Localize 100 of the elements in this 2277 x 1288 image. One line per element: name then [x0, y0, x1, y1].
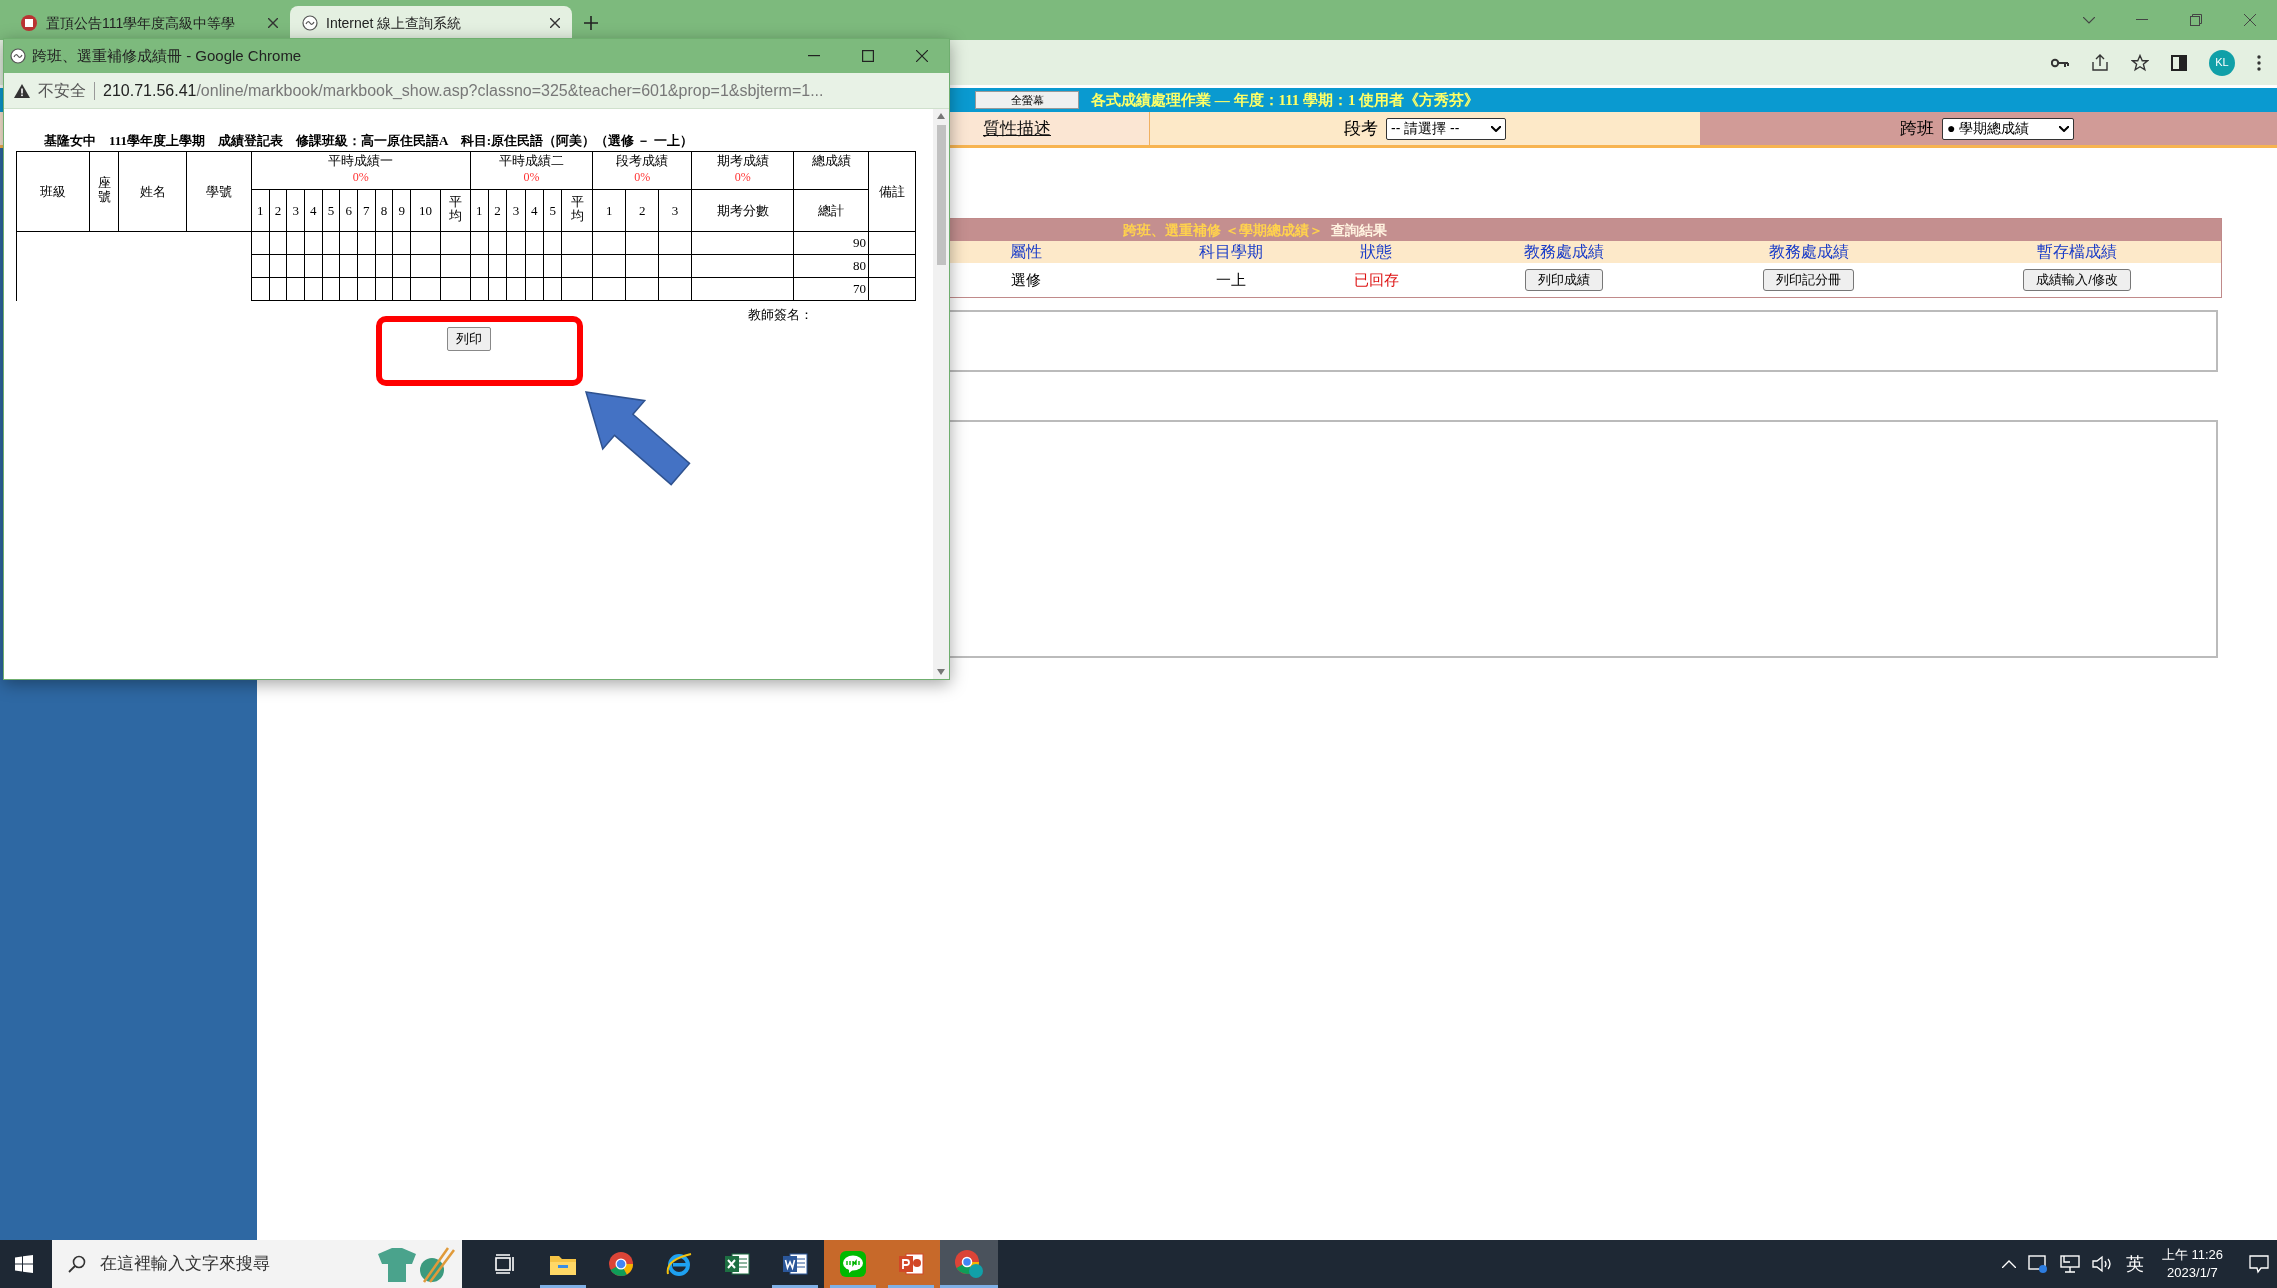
signature-label: 教師簽名： — [748, 307, 813, 323]
minimize-icon — [808, 55, 820, 57]
table-header-cell: 8 — [375, 189, 393, 232]
table-header-cell: 10 — [410, 189, 441, 232]
weight-label: 0% — [522, 169, 541, 186]
document-icon — [782, 1251, 808, 1277]
table-header-cell: 3 — [506, 189, 526, 232]
share-icon — [2091, 53, 2109, 72]
print-button[interactable]: 列印 — [446, 327, 491, 351]
weight-label: 0% — [351, 169, 370, 186]
results-title: 跨班、選重補修 ＜學期總成績＞ — [1123, 221, 1323, 240]
spreadsheet-icon — [724, 1251, 750, 1277]
close-icon — [916, 50, 928, 62]
group-title: 總成績 — [810, 152, 852, 169]
fullscreen-button[interactable]: 全螢幕 — [975, 91, 1079, 109]
action-button[interactable]: 列印記分冊 — [1763, 269, 1854, 291]
exam-label: 段考 — [1344, 117, 1378, 140]
chevron-down-icon — [2059, 125, 2069, 132]
windows-icon — [15, 1255, 33, 1273]
table-header-cell: 3 — [286, 189, 305, 232]
task-view-icon — [494, 1254, 516, 1274]
group-title: 段考成績 — [615, 152, 670, 169]
table-header-cell: 1 — [251, 189, 270, 232]
action-button[interactable]: 列印成績 — [1524, 269, 1603, 291]
clock[interactable]: 上午 11:26 2023/1/7 — [2161, 1246, 2223, 1282]
table-header-cell: 4 — [304, 189, 323, 232]
banner-title: 各式成績處理作業 — 年度：111 學期：1 使用者《方秀芬》 — [1091, 90, 1480, 110]
table-header-cell: 1 — [470, 189, 489, 232]
report-heading: 基隆女中 111學年度上學期 成績登記表 修課班級：高一原住民語A 科目:原住民語（阿美）（選修 － 一上） — [44, 133, 694, 149]
close-icon — [2244, 14, 2256, 26]
group-title: 平時成績一 — [327, 152, 395, 169]
ime-indicator[interactable]: 英 — [2125, 1250, 2144, 1278]
chrome-profile-icon — [954, 1249, 984, 1279]
table-header-cell: 學號 — [186, 151, 252, 232]
table-header-cell: 期考分數 — [691, 189, 794, 232]
side-panel-icon — [2171, 54, 2187, 71]
key-icon — [2051, 57, 2069, 68]
table-header-cell: 4 — [525, 189, 544, 232]
table-header-cell: 5 — [322, 189, 340, 232]
chat-bubble-icon — [839, 1250, 867, 1278]
status-text: 已回存 — [1352, 269, 1400, 290]
site-icon — [302, 15, 318, 31]
table-header-cell: 6 — [339, 189, 358, 232]
menu-icon — [2257, 54, 2261, 71]
table-header-cell: 3 — [658, 189, 692, 232]
table-header-cell: 9 — [392, 189, 411, 232]
table-header-cell: 班級 — [16, 151, 90, 232]
cross-class-select[interactable]: ● 學期總成績 — [1942, 117, 2074, 140]
table-header-cell: 2 — [488, 189, 507, 232]
table-header-cell: 2 — [625, 189, 659, 232]
weight-label: 0% — [733, 169, 752, 186]
browser-tab[interactable]: Internet 線上查詢系統 — [290, 6, 572, 40]
table-cell-text: 一上 — [1215, 269, 1247, 290]
table-header-cell: 2 — [269, 189, 287, 232]
scroll-down-icon — [937, 669, 945, 675]
minimize-icon — [2136, 19, 2148, 21]
qualitative-link[interactable]: 質性描述 — [983, 115, 1051, 142]
chevron-down-icon — [1491, 125, 1501, 132]
table-cell: 70 — [793, 277, 869, 301]
table-header-cell: 1 — [592, 189, 626, 232]
restore-icon — [2190, 14, 2202, 26]
column-header: 屬性 — [1009, 242, 1043, 262]
network-icon — [2059, 1255, 2080, 1273]
star-icon — [2131, 53, 2149, 72]
speaker-icon — [2091, 1255, 2114, 1273]
tab-title: Internet 線上查詢系統 — [326, 13, 462, 33]
close-icon — [268, 18, 278, 28]
presentation-icon — [898, 1251, 924, 1277]
table-cell: 90 — [793, 231, 869, 255]
chevron-up-icon — [2001, 1260, 2016, 1268]
window-title: 跨班、選重補修成績冊 - Google Chrome — [32, 45, 302, 66]
table-header-cell: 姓名 — [118, 151, 187, 232]
column-header: 暫存檔成績 — [2036, 242, 2118, 262]
group-title: 期考成績 — [715, 152, 770, 169]
security-label: 不安全 — [38, 80, 86, 101]
cross-class-label: 跨班 — [1900, 117, 1934, 140]
globe-e-icon — [665, 1250, 693, 1278]
table-cell-text: 選修 — [1010, 269, 1042, 290]
emblem-icon — [20, 14, 38, 32]
taskbar-search-field[interactable]: 在這裡輸入文字來搜尋 — [52, 1240, 462, 1288]
chevron-down-icon — [2083, 16, 2095, 24]
column-header: 教務處成績 — [1522, 242, 1605, 262]
exam-select[interactable]: -- 請選擇 -- — [1386, 117, 1506, 140]
url-text: 210.71.56.41/online/markbook/markbook_show.asp?classno=325&teacher=601&prop=1&sbjterm=1... — [103, 80, 824, 101]
column-header: 狀態 — [1359, 242, 1393, 262]
table-header-cell: 7 — [357, 189, 376, 232]
table-header-cell: 座號 — [89, 151, 119, 232]
table-header-cell: 平均 — [440, 189, 471, 232]
table-header-cell: 5 — [543, 189, 562, 232]
search-icon — [68, 1255, 86, 1273]
chrome-icon — [608, 1251, 634, 1277]
table-cell: 80 — [793, 254, 869, 278]
action-button[interactable]: 成績輸入/修改 — [2023, 269, 2131, 291]
network-share-icon — [2027, 1255, 2048, 1273]
new-tab-icon — [584, 16, 598, 30]
maximize-icon — [862, 50, 874, 62]
warning-icon — [14, 83, 30, 98]
table-header-cell: 備註 — [868, 151, 916, 232]
browser-tab[interactable]: 置頂公告111學年度高級中等學 — [8, 6, 290, 40]
table-header-cell: 平均 — [561, 189, 593, 232]
